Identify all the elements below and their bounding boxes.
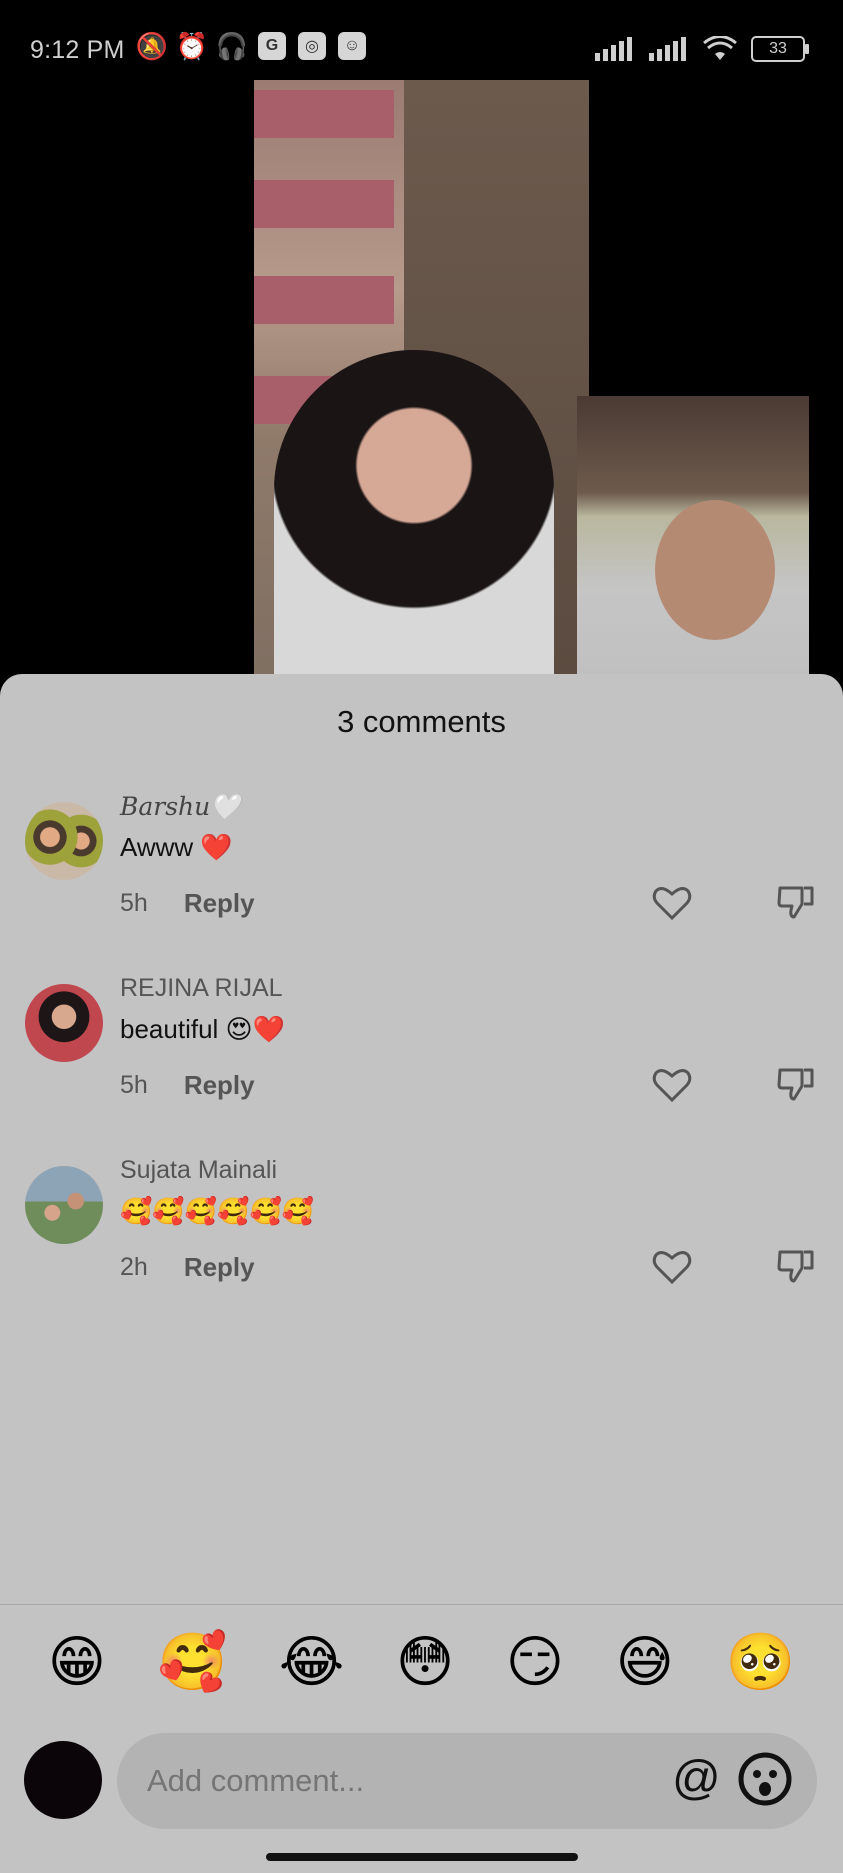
reply-button[interactable]: Reply	[184, 1252, 255, 1283]
video-subject	[274, 350, 554, 680]
comment-input[interactable]: Add comment... @	[117, 1733, 817, 1829]
comment-time: 5h	[120, 889, 148, 917]
divider	[0, 1604, 843, 1605]
dislike-icon[interactable]	[776, 1248, 816, 1284]
instagram-icon: ◎	[298, 32, 326, 60]
comments-title: 3 comments	[337, 704, 506, 739]
comments-sheet: 3 comments Barshu🤍 Awww ❤️ 5h Reply REJI…	[0, 674, 843, 1873]
my-avatar[interactable]	[24, 1741, 102, 1819]
comment-item: REJINA RIJAL beautiful 😍❤️ 5h Reply	[0, 974, 843, 1144]
decor	[254, 90, 394, 138]
emoji-icon[interactable]	[737, 1751, 793, 1807]
avatar[interactable]	[25, 1166, 103, 1244]
quick-emoji-bar: 😁 🥰 😂 😳 😏 😅 🥺	[0, 1629, 843, 1695]
emoji-button[interactable]: 🥰	[158, 1629, 228, 1695]
google-icon: G	[258, 32, 286, 60]
emoji-button[interactable]: 🥺	[725, 1629, 795, 1695]
comment-time: 5h	[120, 1071, 148, 1099]
comment-username[interactable]: REJINA RIJAL	[120, 974, 283, 1003]
emoji-button[interactable]: 😏	[506, 1629, 564, 1695]
dislike-icon[interactable]	[776, 884, 816, 920]
comment-username[interactable]: Barshu🤍	[120, 792, 241, 822]
mute-icon: 🔕	[135, 30, 169, 61]
comment-item: Sujata Mainali 🥰🥰🥰🥰🥰🥰 2h Reply	[0, 1156, 843, 1326]
heart-icon[interactable]	[652, 885, 692, 921]
decor	[254, 180, 394, 228]
status-icons-right: 33	[595, 36, 809, 62]
comment-composer: Add comment... @	[24, 1733, 819, 1831]
decor	[254, 276, 394, 324]
heart-icon[interactable]	[652, 1067, 692, 1103]
home-indicator[interactable]	[266, 1853, 578, 1861]
battery-icon: 33	[751, 36, 809, 62]
mention-icon[interactable]: @	[672, 1751, 721, 1806]
emoji-button[interactable]: 😁	[48, 1629, 106, 1695]
emoji-button[interactable]: 😳	[396, 1629, 454, 1695]
reply-button[interactable]: Reply	[184, 1070, 255, 1101]
comment-text: Awww ❤️	[120, 832, 233, 862]
avatar[interactable]	[25, 802, 103, 880]
heart-icon[interactable]	[652, 1249, 692, 1285]
emoji-button[interactable]: 😅	[616, 1629, 674, 1695]
comment-username[interactable]: Sujata Mainali	[120, 1156, 277, 1185]
pip-subject	[655, 500, 775, 640]
comment-text: 🥰🥰🥰🥰🥰🥰	[120, 1196, 315, 1226]
dislike-icon[interactable]	[776, 1066, 816, 1102]
status-icons-left: 🔕 ⏰ 🎧 G ◎ ☺	[135, 30, 366, 61]
emoji-button[interactable]: 😂	[279, 1629, 344, 1695]
comment-item: Barshu🤍 Awww ❤️ 5h Reply	[0, 792, 843, 962]
alarm-icon: ⏰	[175, 30, 209, 61]
video-main[interactable]	[254, 80, 589, 680]
signal-icon	[595, 37, 632, 61]
comment-time: 2h	[120, 1253, 148, 1281]
headphones-icon: 🎧	[215, 30, 249, 61]
reply-button[interactable]: Reply	[184, 888, 255, 919]
wifi-icon	[703, 36, 737, 60]
comment-placeholder: Add comment...	[147, 1763, 365, 1798]
status-time: 9:12 PM	[30, 36, 125, 64]
snapchat-icon: ☺	[338, 32, 366, 60]
comment-text: beautiful 😍❤️	[120, 1014, 286, 1044]
avatar[interactable]	[25, 984, 103, 1062]
signal-icon	[649, 37, 686, 61]
